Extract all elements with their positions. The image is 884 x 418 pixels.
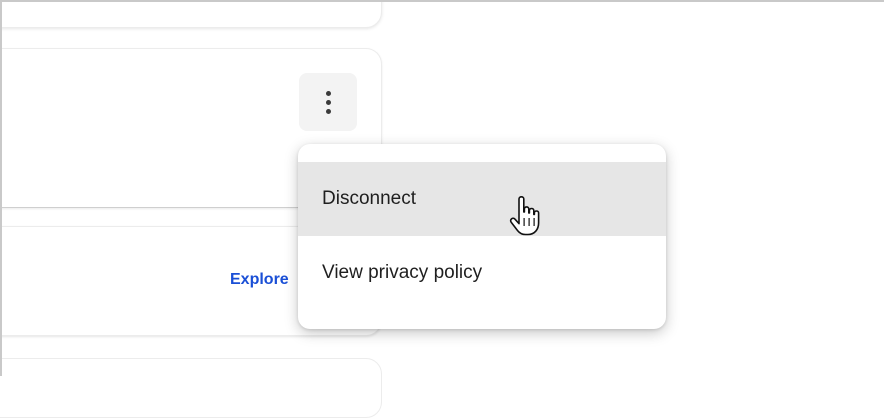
options-dropdown-menu: Disconnect View privacy policy — [298, 144, 666, 329]
menu-list: Disconnect View privacy policy — [298, 162, 666, 310]
explore-link[interactable]: Explore — [230, 271, 289, 289]
more-options-button[interactable] — [299, 73, 357, 131]
integration-card-bottom — [0, 358, 382, 418]
more-vertical-icon-dot — [325, 108, 331, 114]
more-vertical-icon-dot — [325, 99, 331, 105]
menu-item-view-privacy-policy[interactable]: View privacy policy — [298, 236, 666, 310]
more-vertical-icon — [325, 90, 331, 96]
menu-item-disconnect[interactable]: Disconnect — [298, 162, 666, 236]
integration-card-top — [0, 0, 382, 28]
